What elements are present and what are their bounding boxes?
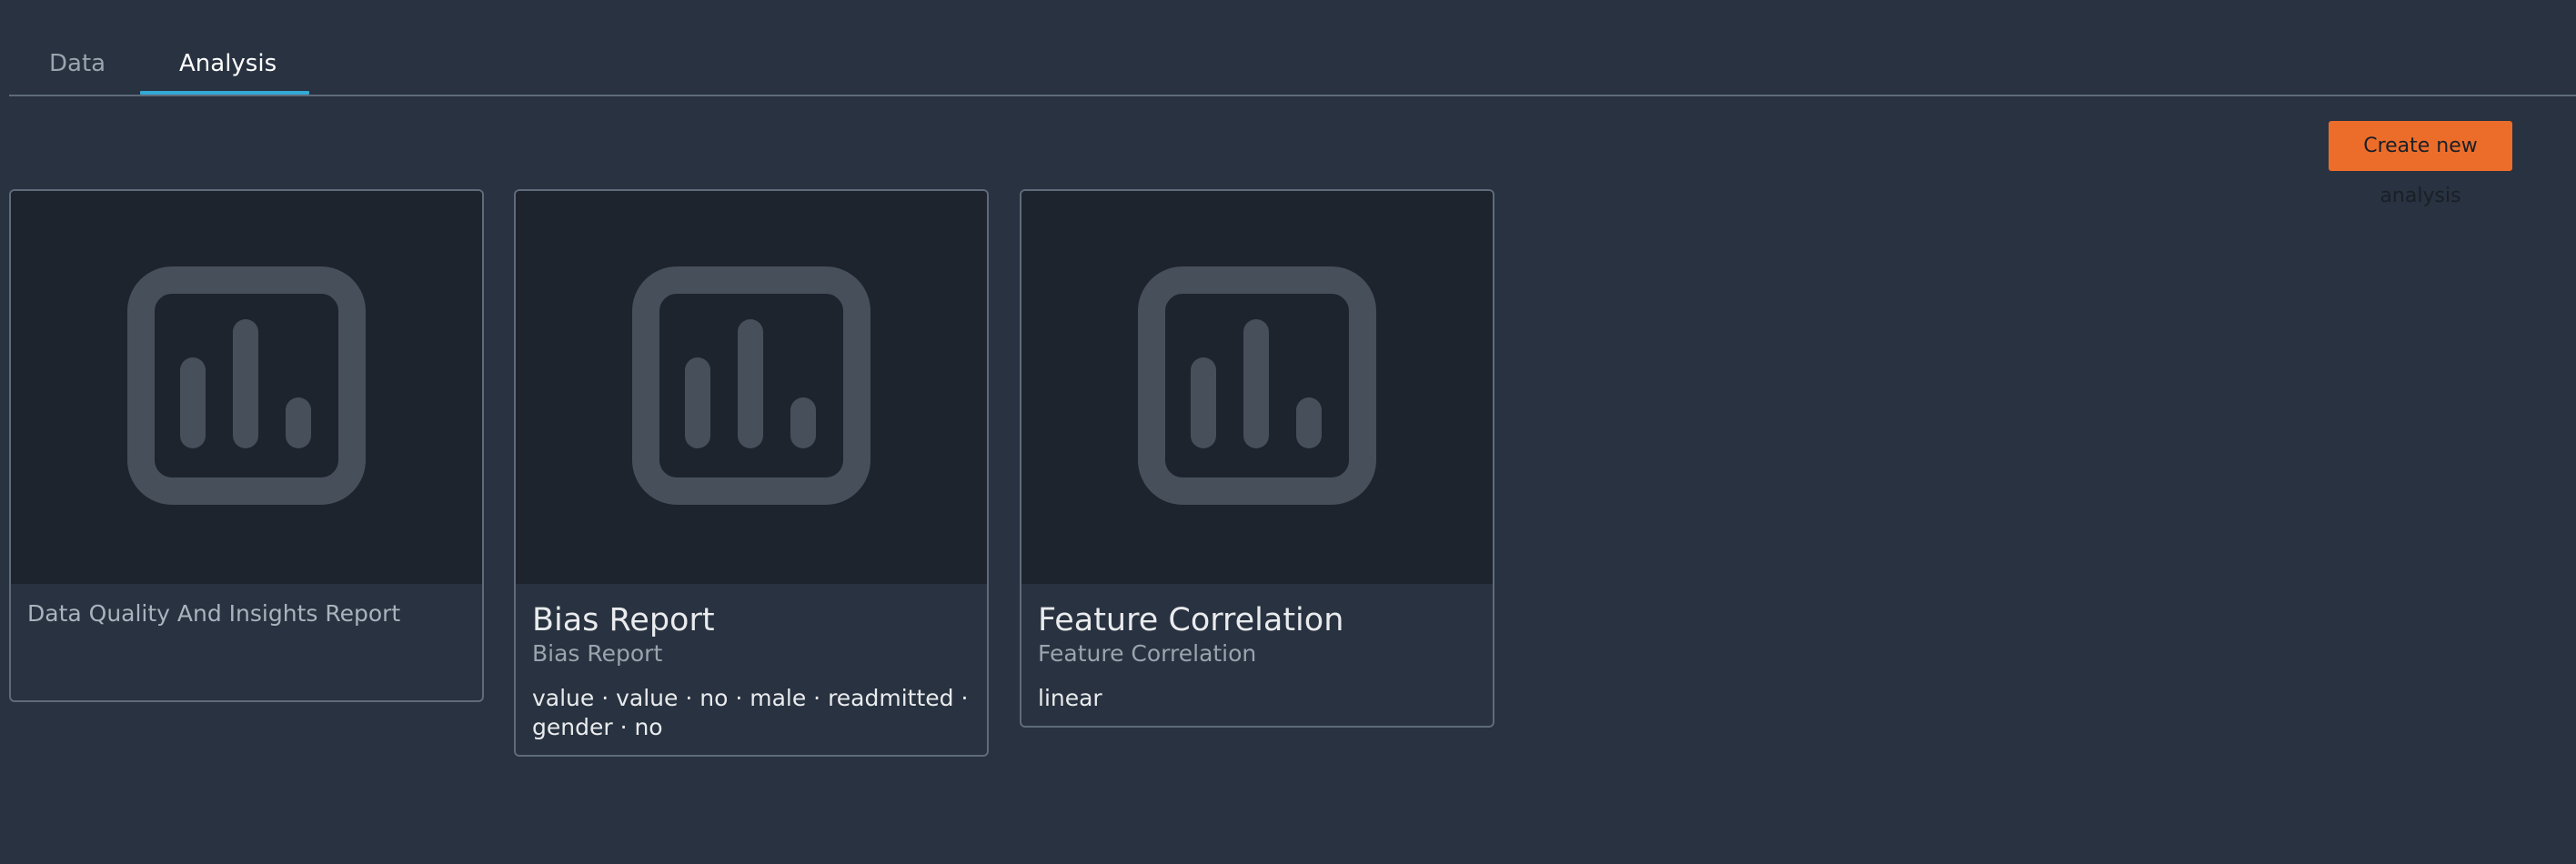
analysis-card-bias-report[interactable]: Bias Report Bias Report value · value · … <box>514 189 989 757</box>
bar-chart-icon <box>632 266 870 505</box>
bar-chart-icon <box>1138 266 1376 505</box>
tab-bar: Data Analysis <box>9 0 2576 96</box>
tab-analysis[interactable]: Analysis <box>179 45 277 82</box>
bar-chart-icon <box>127 266 366 505</box>
card-parameters: linear <box>1038 685 1102 711</box>
card-thumbnail <box>11 191 482 584</box>
card-parameters: value · value · no · male · readmitted ·… <box>532 685 969 740</box>
card-title: Feature Correlation <box>1038 602 1344 638</box>
tab-data[interactable]: Data <box>49 45 106 82</box>
active-tab-indicator <box>140 91 309 95</box>
card-subtitle: Data Quality And Insights Report <box>27 600 401 627</box>
card-thumbnail <box>1021 191 1493 584</box>
create-new-analysis-button[interactable]: Create new analysis <box>2329 121 2512 207</box>
card-title: Bias Report <box>532 602 715 638</box>
card-subtitle: Bias Report <box>532 640 663 667</box>
card-thumbnail <box>516 191 987 584</box>
card-subtitle: Feature Correlation <box>1038 640 1257 667</box>
analysis-card-feature-correlation[interactable]: Feature Correlation Feature Correlation … <box>1020 189 1494 728</box>
analysis-card-data-quality[interactable]: Data Quality And Insights Report <box>9 189 484 702</box>
